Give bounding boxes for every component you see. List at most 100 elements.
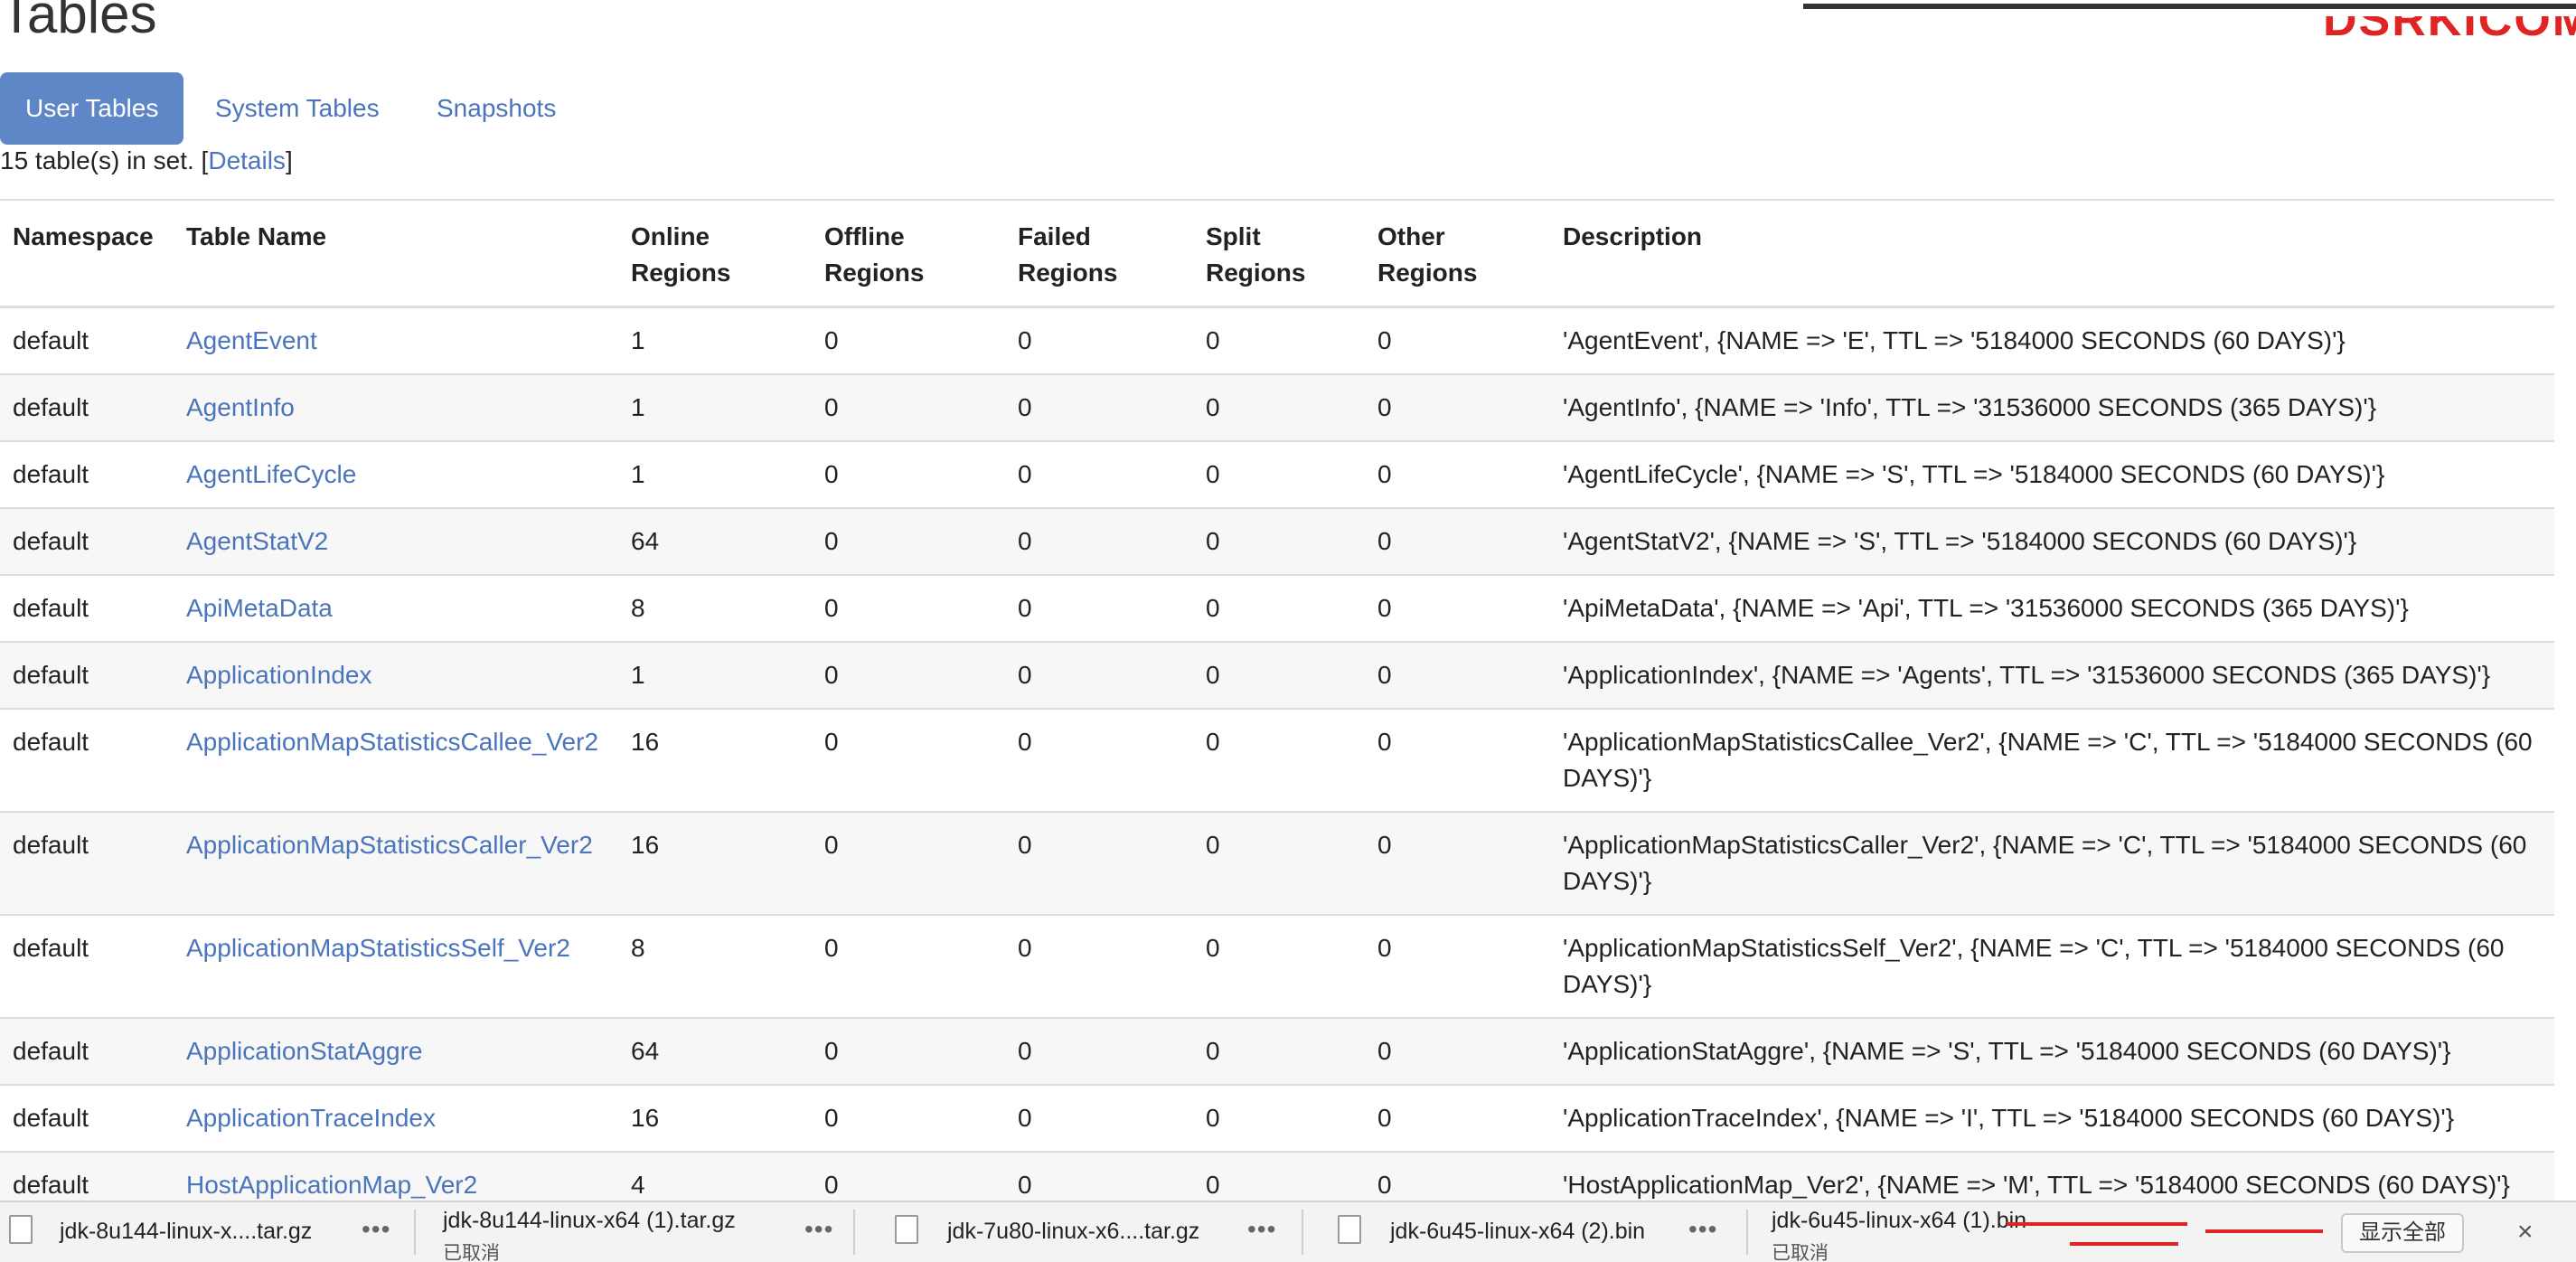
more-icon[interactable]: ••• [1688,1215,1717,1244]
table-name-link[interactable]: ApplicationMapStatisticsCallee_Ver2 [186,728,598,756]
cell-online-regions: 16 [618,811,812,915]
table-name-link[interactable]: ApiMetaData [186,594,333,622]
tab-user-tables[interactable]: User Tables [0,72,184,145]
table-name-link[interactable]: HostApplicationMap_Ver2 [186,1171,477,1199]
download-item[interactable]: jdk-6u45-linux-x64 (1).bin 已取消 [1753,1202,2133,1262]
close-icon[interactable]: × [2517,1217,2534,1248]
cell-other-regions: 0 [1365,811,1550,915]
red-annotation-mark [2070,1242,2178,1246]
download-item[interactable]: jdk-6u45-linux-x64 (2).bin ••• [1302,1202,1744,1262]
cell-description: 'ApplicationStatAggre', {NAME => 'S', TT… [1550,1017,2554,1085]
tab-system-tables[interactable]: System Tables [190,72,405,145]
cell-online-regions: 16 [618,708,812,812]
red-annotation-mark [2205,1229,2323,1233]
header-online-regions: Online Regions [618,199,812,308]
cell-offline-regions: 0 [812,373,1005,441]
cell-online-regions: 1 [618,373,812,441]
table-row: default ApplicationIndex 1 0 0 0 0 'Application… [0,641,2554,709]
cell-failed-regions: 0 [1005,914,1193,1018]
cell-failed-regions: 0 [1005,1084,1193,1152]
cell-split-regions: 0 [1193,440,1365,508]
cell-split-regions: 0 [1193,641,1365,709]
table-name-link[interactable]: ApplicationTraceIndex [186,1104,436,1132]
download-status: 已取消 [443,1243,500,1262]
cell-description: 'ApplicationIndex', {NAME => 'Agents', T… [1550,641,2554,709]
cell-other-regions: 0 [1365,507,1550,575]
cell-description: 'AgentInfo', {NAME => 'Info', TTL => '31… [1550,373,2554,441]
cell-namespace: default [0,708,174,812]
cell-other-regions: 0 [1365,373,1550,441]
cell-description: 'ApiMetaData', {NAME => 'Api', TTL => '3… [1550,574,2554,642]
header-offline-regions: Offline Regions [812,199,1005,308]
header-other-regions: Other Regions [1365,199,1550,308]
table-name-link[interactable]: AgentEvent [186,326,317,354]
more-icon[interactable]: ••• [362,1215,390,1244]
cell-description: 'AgentLifeCycle', {NAME => 'S', TTL => '… [1550,440,2554,508]
table-row: default ApplicationMapStatisticsCallee_Ve… [0,708,2554,812]
details-link[interactable]: Details [208,146,286,174]
table-name-link[interactable]: ApplicationMapStatisticsCaller_Ver2 [186,831,593,859]
tab-snapshots[interactable]: Snapshots [411,72,581,145]
table-row: default AgentStatV2 64 0 0 0 0 'AgentStatV2', {… [0,507,2554,575]
cell-table-name: ApplicationMapStatisticsCaller_Ver2 [174,811,618,915]
cell-namespace: default [0,641,174,709]
cell-namespace: default [0,507,174,575]
show-all-downloads-button[interactable]: 显示全部 [2341,1213,2464,1253]
cell-online-regions: 16 [618,1084,812,1152]
cell-table-name: AgentLifeCycle [174,440,618,508]
more-icon[interactable]: ••• [804,1215,833,1244]
cell-failed-regions: 0 [1005,306,1193,374]
cell-failed-regions: 0 [1005,1017,1193,1085]
table-row: default ApplicationTraceIndex 16 0 0 0 0 'Appli… [0,1084,2554,1152]
download-item[interactable]: jdk-8u144-linux-x64 (1).tar.gz 已取消 ••• [425,1202,850,1262]
download-filename: jdk-8u144-linux-x....tar.gz [60,1219,313,1244]
table-name-link[interactable]: AgentStatV2 [186,527,328,555]
cell-description: 'ApplicationMapStatisticsSelf_Ver2', {NA… [1550,914,2554,1018]
download-item[interactable]: jdk-7u80-linux-x6....tar.gz ••• [859,1202,1302,1262]
cell-description: 'ApplicationMapStatisticsCallee_Ver2', {… [1550,708,2554,812]
file-icon [895,1215,918,1244]
cell-other-regions: 0 [1365,641,1550,709]
cell-failed-regions: 0 [1005,708,1193,812]
cell-other-regions: 0 [1365,306,1550,374]
top-divider [1803,4,2576,9]
header-table-name: Table Name [174,199,618,308]
user-tables-table: Namespace Table Name Online Regions Offl… [0,199,2554,1218]
download-filename: jdk-6u45-linux-x64 (2).bin [1390,1219,1646,1244]
cell-online-regions: 64 [618,1017,812,1085]
cell-offline-regions: 0 [812,811,1005,915]
cell-split-regions: 0 [1193,1084,1365,1152]
cell-other-regions: 0 [1365,708,1550,812]
download-status: 已取消 [1772,1243,1829,1262]
cell-other-regions: 0 [1365,1084,1550,1152]
cell-online-regions: 64 [618,507,812,575]
cell-split-regions: 0 [1193,708,1365,812]
table-row: default ApiMetaData 8 0 0 0 0 'ApiMetaData', {N… [0,574,2554,642]
table-row: default AgentInfo 1 0 0 0 0 'AgentInfo', {NAME … [0,373,2554,441]
table-name-link[interactable]: ApplicationIndex [186,661,371,689]
cell-other-regions: 0 [1365,1017,1550,1085]
table-name-link[interactable]: AgentInfo [186,393,295,421]
table-count-summary: 15 table(s) in set. [Details] [0,146,293,175]
cell-table-name: ApiMetaData [174,574,618,642]
cell-namespace: default [0,914,174,1018]
table-name-link[interactable]: ApplicationStatAggre [186,1037,423,1065]
header-namespace: Namespace [0,199,174,308]
red-annotation-mark [2007,1222,2187,1226]
table-row: default AgentLifeCycle 1 0 0 0 0 'AgentLifeCycl… [0,440,2554,508]
cell-offline-regions: 0 [812,914,1005,1018]
cell-description: 'ApplicationTraceIndex', {NAME => 'I', T… [1550,1084,2554,1152]
table-name-link[interactable]: AgentLifeCycle [186,460,356,488]
download-item[interactable]: jdk-8u144-linux-x....tar.gz ••• [0,1202,425,1262]
cell-failed-regions: 0 [1005,811,1193,915]
more-icon[interactable]: ••• [1247,1215,1276,1244]
brand-watermark-text: DSRKICOM [2323,16,2576,46]
download-filename: jdk-8u144-linux-x64 (1).tar.gz [443,1208,736,1233]
table-name-link[interactable]: ApplicationMapStatisticsSelf_Ver2 [186,934,570,962]
cell-description: 'AgentEvent', {NAME => 'E', TTL => '5184… [1550,306,2554,374]
cell-offline-regions: 0 [812,574,1005,642]
shelf-divider [414,1210,416,1255]
cell-failed-regions: 0 [1005,440,1193,508]
download-filename: jdk-6u45-linux-x64 (1).bin [1772,1208,2027,1233]
cell-offline-regions: 0 [812,708,1005,812]
